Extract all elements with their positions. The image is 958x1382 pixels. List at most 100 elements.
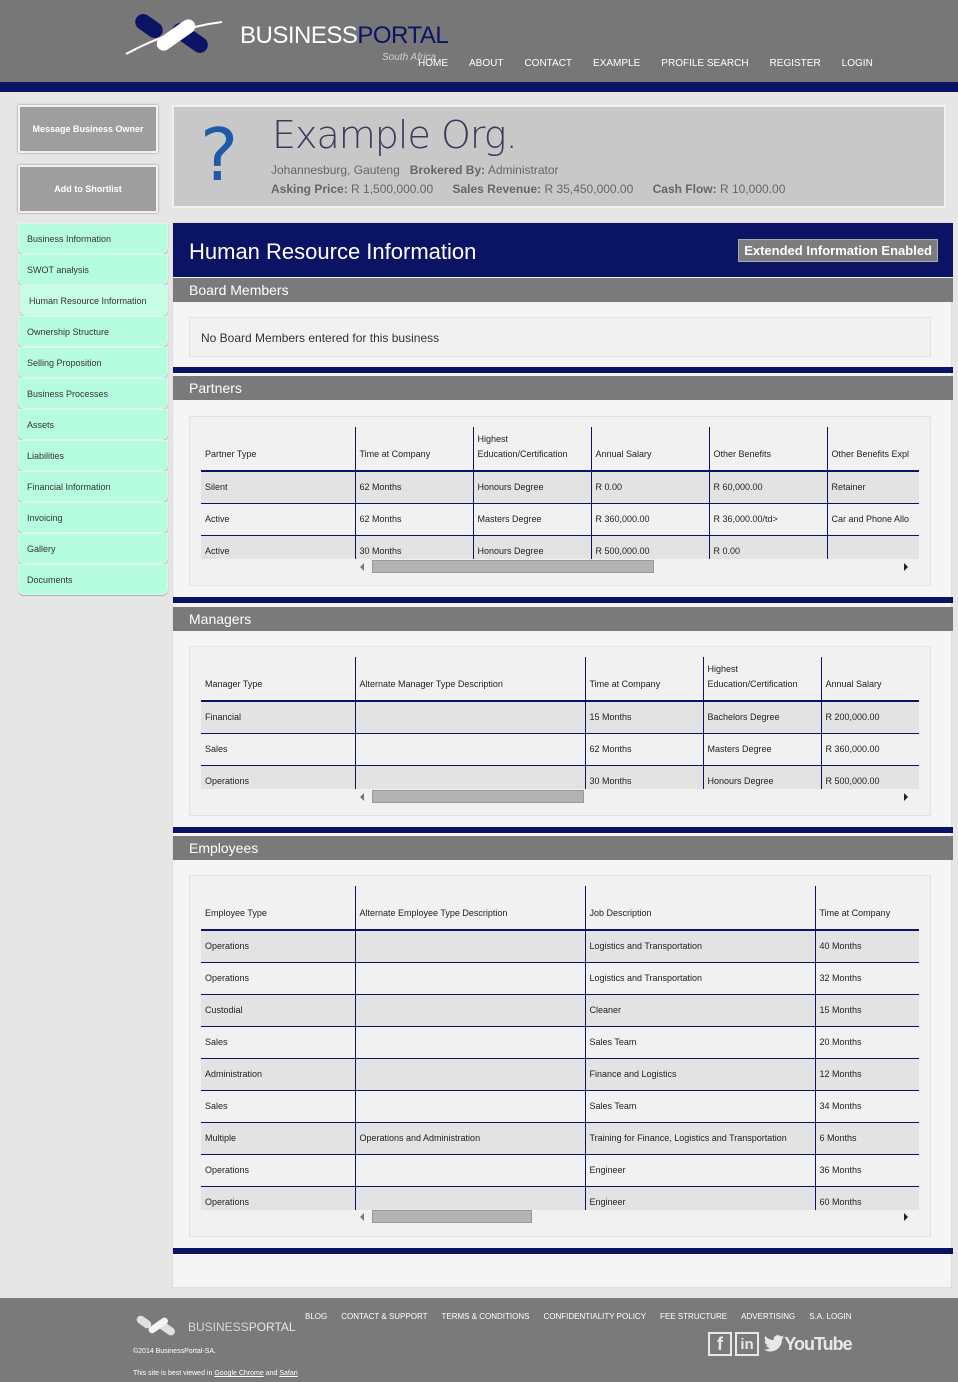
table-row: Silent 62 Months Honours Degree R 0.00 R… bbox=[201, 471, 919, 504]
table-row: Operations Engineer 60 Months bbox=[201, 1186, 919, 1210]
add-to-shortlist-button[interactable]: Add to Shortlist bbox=[18, 165, 158, 213]
table-cell bbox=[826, 535, 919, 559]
sidebar-item-human-resource-information[interactable]: Human Resource Information bbox=[20, 285, 168, 316]
sidebar-item-assets[interactable]: Assets bbox=[18, 409, 168, 440]
footer-logo-icon[interactable] bbox=[132, 1312, 182, 1340]
nav-contact[interactable]: CONTACT bbox=[524, 58, 572, 69]
nav-about[interactable]: ABOUT bbox=[469, 58, 503, 69]
table-cell bbox=[354, 1026, 585, 1059]
table-cell: Logistics and Transportation bbox=[584, 930, 815, 963]
managers-col-manager-type: Manager Type bbox=[201, 657, 355, 702]
table-cell: 40 Months bbox=[814, 930, 919, 963]
facebook-icon[interactable]: f bbox=[708, 1332, 732, 1356]
table-cell: 60 Months bbox=[814, 1186, 919, 1210]
table-cell: R 360,000.00 bbox=[590, 503, 709, 536]
managers-horizontal-scrollbar[interactable] bbox=[360, 790, 908, 804]
footer-link-blog[interactable]: BLOG bbox=[305, 1312, 327, 1321]
nav-profile-search[interactable]: PROFILE SEARCH bbox=[661, 58, 748, 69]
sidebar-item-gallery[interactable]: Gallery bbox=[18, 533, 168, 564]
brand-name[interactable]: BUSINESSPORTAL bbox=[240, 22, 449, 50]
table-cell: Administration bbox=[201, 1058, 355, 1091]
table-cell: R 200,000.00 bbox=[820, 701, 919, 734]
nav-example[interactable]: EXAMPLE bbox=[593, 58, 640, 69]
table-row: Active 62 Months Masters Degree R 360,00… bbox=[201, 503, 919, 536]
table-cell: Sales bbox=[201, 733, 355, 766]
safari-link[interactable]: Safari bbox=[279, 1370, 297, 1377]
footer-link-fee-structure[interactable]: FEE STRUCTURE bbox=[660, 1312, 727, 1321]
table-cell: Operations bbox=[201, 765, 355, 789]
table-row: Multiple Operations and Administration Tra… bbox=[201, 1122, 919, 1155]
partners-horizontal-scrollbar[interactable] bbox=[360, 560, 908, 574]
table-row: Financial 15 Months Bachelors Degree R 2… bbox=[201, 701, 919, 734]
nav-login[interactable]: LOGIN bbox=[842, 58, 873, 69]
table-cell: R 60,000.00 bbox=[708, 471, 827, 504]
sidebar-item-ownership-structure[interactable]: Ownership Structure bbox=[18, 316, 168, 347]
sidebar-item-business-processes[interactable]: Business Processes bbox=[18, 378, 168, 409]
nav-home[interactable]: HOME bbox=[418, 58, 448, 69]
table-cell: Sales bbox=[201, 1090, 355, 1123]
sidebar-item-swot-analysis[interactable]: SWOT analysis bbox=[18, 254, 168, 285]
sidebar-item-financial-information[interactable]: Financial Information bbox=[18, 471, 168, 502]
table-row: Operations Logistics and Transportation 32… bbox=[201, 962, 919, 995]
footer-link-terms[interactable]: TERMS & CONDITIONS bbox=[441, 1312, 529, 1321]
table-cell: Engineer bbox=[584, 1186, 815, 1210]
sales-revenue-value: R 35,450,000.00 bbox=[544, 182, 634, 196]
table-cell: Operations bbox=[201, 1154, 355, 1187]
table-cell bbox=[354, 1058, 585, 1091]
message-owner-button[interactable]: Message Business Owner bbox=[18, 105, 158, 153]
extended-info-badge: Extended Information Enabled bbox=[738, 239, 938, 262]
table-cell: R 36,000.00/td> bbox=[708, 503, 827, 536]
table-cell: 15 Months bbox=[584, 701, 703, 734]
footer-link-contact-support[interactable]: CONTACT & SUPPORT bbox=[341, 1312, 427, 1321]
scroll-left-arrow-icon[interactable] bbox=[360, 563, 364, 571]
managers-table: Manager Type Alternate Manager Type Desc… bbox=[201, 657, 919, 789]
scrollbar-thumb[interactable] bbox=[372, 560, 654, 573]
google-chrome-link[interactable]: Google Chrome bbox=[214, 1370, 263, 1377]
scroll-left-arrow-icon[interactable] bbox=[360, 793, 364, 801]
social-links: f in YouTube bbox=[708, 1332, 853, 1356]
scroll-right-arrow-icon[interactable] bbox=[904, 793, 908, 801]
table-cell: 30 Months bbox=[584, 765, 703, 789]
table-cell bbox=[354, 930, 585, 963]
employees-col-job-description: Job Description bbox=[584, 886, 815, 931]
twitter-icon[interactable] bbox=[762, 1332, 786, 1356]
table-cell bbox=[354, 733, 585, 766]
footer-link-sa-login[interactable]: S.A. LOGIN bbox=[809, 1312, 851, 1321]
question-mark-icon: ? bbox=[200, 113, 239, 197]
footer-links: BLOG CONTACT & SUPPORT TERMS & CONDITION… bbox=[305, 1312, 865, 1321]
footer-link-advertising[interactable]: ADVERTISING bbox=[741, 1312, 795, 1321]
sidebar-item-selling-proposition[interactable]: Selling Proposition bbox=[18, 347, 168, 378]
managers-col-time-at-company: Time at Company bbox=[584, 657, 703, 702]
table-cell: Active bbox=[201, 535, 355, 559]
table-cell bbox=[354, 994, 585, 1027]
scrollbar-thumb[interactable] bbox=[372, 790, 584, 803]
youtube-icon[interactable]: YouTube bbox=[784, 1332, 852, 1356]
table-cell: Cleaner bbox=[584, 994, 815, 1027]
table-cell: 62 Months bbox=[354, 503, 473, 536]
table-row: Sales 62 Months Masters Degree R 360,000… bbox=[201, 733, 919, 766]
table-cell: R 500,000.00 bbox=[820, 765, 919, 789]
footer-link-confidentiality[interactable]: CONFIDENTIALITY POLICY bbox=[543, 1312, 646, 1321]
sidebar-item-invoicing[interactable]: Invoicing bbox=[18, 502, 168, 533]
scrollbar-thumb[interactable] bbox=[372, 1210, 532, 1223]
business-portal-logo-icon[interactable] bbox=[124, 8, 224, 62]
business-name: Example Org. bbox=[272, 113, 518, 157]
table-cell: Retainer bbox=[826, 471, 919, 504]
employees-horizontal-scrollbar[interactable] bbox=[360, 1210, 908, 1224]
scroll-right-arrow-icon[interactable] bbox=[904, 1213, 908, 1221]
footer-copyright: ©2014 BusinessPortal-SA. bbox=[133, 1348, 216, 1355]
nav-register[interactable]: REGISTER bbox=[770, 58, 821, 69]
managers-heading: Managers bbox=[173, 607, 953, 631]
scroll-left-arrow-icon[interactable] bbox=[360, 1213, 364, 1221]
brokered-value: Administrator bbox=[487, 163, 559, 177]
cash-flow-value: R 10,000.00 bbox=[719, 182, 786, 196]
sidebar-item-business-information[interactable]: Business Information bbox=[18, 223, 168, 254]
scroll-right-arrow-icon[interactable] bbox=[904, 563, 908, 571]
table-cell: Bachelors Degree bbox=[702, 701, 821, 734]
table-cell: R 360,000.00 bbox=[820, 733, 919, 766]
table-cell: 12 Months bbox=[814, 1058, 919, 1091]
table-row: Operations Engineer 36 Months bbox=[201, 1154, 919, 1187]
sidebar-item-liabilities[interactable]: Liabilities bbox=[18, 440, 168, 471]
linkedin-icon[interactable]: in bbox=[735, 1332, 759, 1356]
sidebar-item-documents[interactable]: Documents bbox=[18, 564, 168, 595]
